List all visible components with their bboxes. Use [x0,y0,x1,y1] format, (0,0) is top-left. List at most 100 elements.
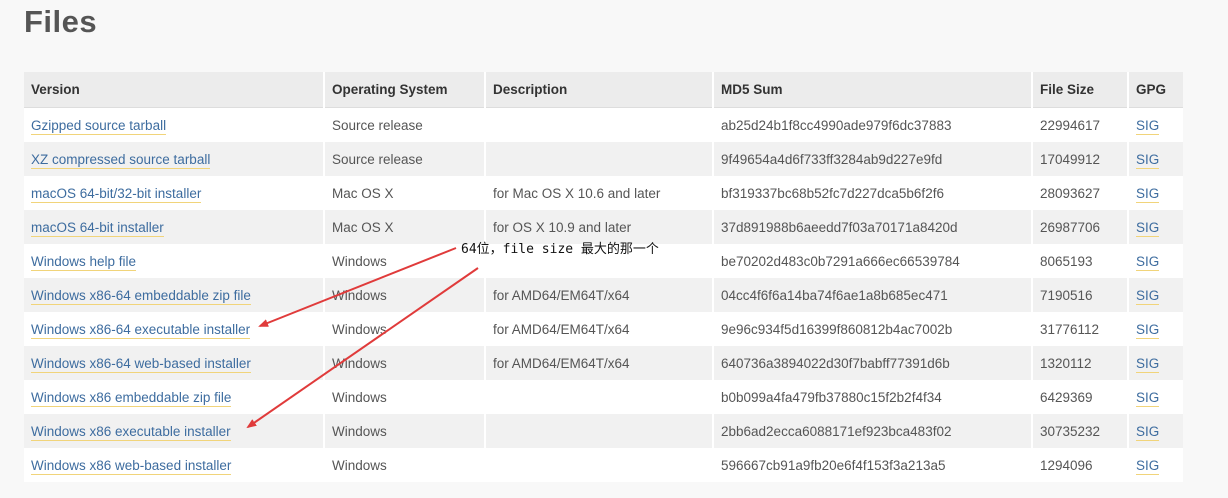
cell-gpg: SIG [1128,312,1183,346]
cell-file-size: 8065193 [1032,244,1129,278]
cell-gpg: SIG [1128,448,1183,482]
sig-link[interactable]: SIG [1136,151,1160,169]
cell-md5-sum: 596667cb91a9fb20e6f4f153f3a213a5 [713,448,1033,482]
sig-link[interactable]: SIG [1136,185,1160,203]
sig-link[interactable]: SIG [1136,219,1160,237]
cell-operating-system: Windows [324,380,486,414]
cell-gpg: SIG [1128,210,1183,244]
header-md5-sum: MD5 Sum [713,72,1033,108]
file-download-link[interactable]: Windows x86 embeddable zip file [31,389,232,407]
cell-version: Windows x86-64 executable installer [24,312,325,346]
cell-md5-sum: b0b099a4fa479fb37880c15f2b2f4f34 [713,380,1033,414]
table-row: Windows x86 embeddable zip file Windows b0… [24,380,1183,414]
table-row: Windows x86-64 executable installer Windo… [24,312,1183,346]
cell-file-size: 1320112 [1032,346,1129,380]
file-download-link[interactable]: Windows x86 web-based installer [31,457,232,475]
page-title: Files [24,4,98,39]
cell-md5-sum: bf319337bc68b52fc7d227dca5b6f2f6 [713,176,1033,210]
table-header-row: Version Operating System Description MD5… [24,72,1183,108]
sig-link[interactable]: SIG [1136,423,1160,441]
cell-version: Gzipped source tarball [24,107,325,142]
table-row: Windows x86 web-based installer Windows 59… [24,448,1183,482]
table-row: macOS 64-bit/32-bit installer Mac OS Xfor… [24,176,1183,210]
cell-operating-system: Windows [324,312,486,346]
header-operating-system: Operating System [324,72,486,108]
cell-version: macOS 64-bit/32-bit installer [24,176,325,210]
annotation-note: 64位，file size 最大的那一个 [461,242,659,257]
cell-file-size: 22994617 [1032,107,1129,142]
cell-description: for AMD64/EM64T/x64 [485,312,714,346]
cell-description [485,414,714,448]
sig-link[interactable]: SIG [1136,253,1160,271]
cell-md5-sum: 640736a3894022d30f7babff77391d6b [713,346,1033,380]
cell-md5-sum: 2bb6ad2ecca6088171ef923bca483f02 [713,414,1033,448]
cell-version: macOS 64-bit installer [24,210,325,244]
file-download-link[interactable]: macOS 64-bit installer [31,219,164,237]
cell-file-size: 17049912 [1032,142,1129,176]
cell-description: for AMD64/EM64T/x64 [485,346,714,380]
cell-operating-system: Windows [324,414,486,448]
header-file-size: File Size [1032,72,1129,108]
table-row: Windows x86-64 web-based installer Window… [24,346,1183,380]
cell-description [485,448,714,482]
cell-file-size: 1294096 [1032,448,1129,482]
cell-description: for Mac OS X 10.6 and later [485,176,714,210]
cell-version: Windows help file [24,244,325,278]
cell-version: Windows x86 embeddable zip file [24,380,325,414]
cell-gpg: SIG [1128,107,1183,142]
cell-file-size: 26987706 [1032,210,1129,244]
cell-version: Windows x86 web-based installer [24,448,325,482]
cell-version: Windows x86-64 embeddable zip file [24,278,325,312]
page: Files Version Operating System Descripti… [0,0,1228,498]
table-row: Gzipped source tarball Source release ab25… [24,107,1183,142]
cell-description [485,107,714,142]
cell-operating-system: Mac OS X [324,176,486,210]
cell-md5-sum: 37d891988b6aeedd7f03a70171a8420d [713,210,1033,244]
cell-file-size: 28093627 [1032,176,1129,210]
sig-link[interactable]: SIG [1136,457,1160,475]
cell-gpg: SIG [1128,346,1183,380]
file-download-link[interactable]: Windows x86-64 embeddable zip file [31,287,251,305]
cell-md5-sum: 04cc4f6f6a14ba74f6ae1a8b685ec471 [713,278,1033,312]
cell-gpg: SIG [1128,142,1183,176]
cell-description [485,142,714,176]
cell-gpg: SIG [1128,176,1183,210]
sig-link[interactable]: SIG [1136,355,1160,373]
table-body: Gzipped source tarball Source release ab25… [24,107,1183,482]
cell-md5-sum: be70202d483c0b7291a666ec66539784 [713,244,1033,278]
cell-version: Windows x86 executable installer [24,414,325,448]
header-description: Description [485,72,714,108]
table-row: Windows x86 executable installer Windows 2… [24,414,1183,448]
file-download-link[interactable]: Gzipped source tarball [31,117,167,135]
header-version: Version [24,72,325,108]
cell-gpg: SIG [1128,380,1183,414]
file-download-link[interactable]: XZ compressed source tarball [31,151,211,169]
cell-gpg: SIG [1128,414,1183,448]
cell-operating-system: Windows [324,346,486,380]
table-row: Windows x86-64 embeddable zip file Window… [24,278,1183,312]
sig-link[interactable]: SIG [1136,117,1160,135]
cell-operating-system: Source release [324,107,486,142]
cell-operating-system: Windows [324,278,486,312]
header-gpg: GPG [1128,72,1183,108]
file-download-link[interactable]: Windows x86 executable installer [31,423,231,441]
file-download-link[interactable]: Windows x86-64 executable installer [31,321,251,339]
cell-gpg: SIG [1128,244,1183,278]
cell-file-size: 7190516 [1032,278,1129,312]
sig-link[interactable]: SIG [1136,389,1160,407]
cell-description: for AMD64/EM64T/x64 [485,278,714,312]
sig-link[interactable]: SIG [1136,321,1160,339]
file-download-link[interactable]: Windows x86-64 web-based installer [31,355,251,373]
file-download-link[interactable]: macOS 64-bit/32-bit installer [31,185,202,203]
cell-file-size: 31776112 [1032,312,1129,346]
cell-file-size: 30735232 [1032,414,1129,448]
cell-version: XZ compressed source tarball [24,142,325,176]
cell-md5-sum: 9f49654a4d6f733ff3284ab9d227e9fd [713,142,1033,176]
cell-operating-system: Source release [324,142,486,176]
file-download-link[interactable]: Windows help file [31,253,137,271]
files-table: Version Operating System Description MD5… [24,72,1183,482]
sig-link[interactable]: SIG [1136,287,1160,305]
cell-md5-sum: ab25d24b1f8cc4990ade979f6dc37883 [713,107,1033,142]
table-row: XZ compressed source tarball Source relea… [24,142,1183,176]
cell-operating-system: Windows [324,448,486,482]
